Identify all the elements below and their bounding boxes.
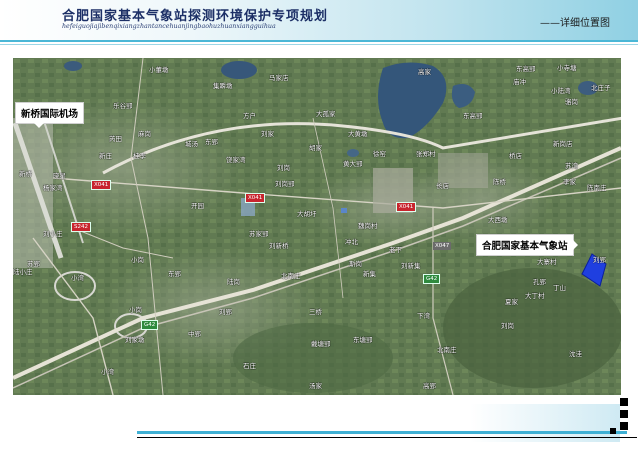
place-label: 李家	[563, 178, 576, 186]
header-rule	[0, 40, 638, 42]
place-label: 晓星	[53, 172, 66, 180]
place-label: 集瞬墩	[213, 82, 233, 90]
road-shield: G42	[141, 320, 159, 330]
place-label: 桂李	[133, 152, 146, 160]
place-label: 三桥	[309, 308, 322, 316]
place-label: 开园	[191, 202, 204, 210]
corner-square	[610, 428, 616, 434]
road-shield: X041	[91, 180, 112, 190]
place-label: 小湾	[71, 274, 84, 282]
place-label: 苏郢	[27, 260, 40, 268]
place-label: 刘岗	[277, 164, 290, 172]
place-label: 芮田	[109, 135, 122, 143]
place-label: 刘岗郢	[275, 180, 295, 188]
place-label: 冲北	[345, 238, 358, 246]
road-shield: X041	[396, 202, 417, 212]
corner-square	[620, 410, 628, 418]
place-label: 苏湾	[565, 162, 578, 170]
place-label: 东塘郢	[353, 336, 373, 344]
place-label: 新岗店	[553, 140, 573, 148]
place-label: 石庄	[243, 362, 256, 370]
place-label: 长店	[436, 182, 449, 190]
place-label: 小岗	[131, 256, 144, 264]
place-label: 大丁村	[525, 292, 545, 300]
place-label: 城汤	[185, 140, 198, 148]
place-label: 方户	[243, 112, 256, 120]
place-label: 汤家	[309, 382, 322, 390]
place-label: 小湾	[101, 368, 114, 376]
place-label: 刘郢	[219, 308, 232, 316]
place-label: 刘岗	[501, 322, 514, 330]
place-label: 东高郢	[463, 112, 483, 120]
place-label: 老下	[389, 246, 402, 254]
place-label: 刘新集	[401, 262, 421, 270]
place-label: 孔郢	[533, 278, 546, 286]
place-label: 东郢	[205, 138, 218, 146]
place-label: 沈洼	[569, 350, 582, 358]
station-callout: 合肥国家基本气象站	[476, 234, 578, 256]
place-label: 桥店	[509, 152, 522, 160]
place-label: 东高郢	[516, 65, 536, 73]
place-label: 小陆湾	[551, 87, 571, 95]
road-shield: S242	[71, 222, 91, 232]
place-label: 乐谷郢	[113, 102, 133, 110]
corner-square	[620, 398, 628, 406]
place-label: 大西墩	[488, 216, 508, 224]
place-label: 刘新桥	[269, 242, 289, 250]
place-label: 新庄	[99, 152, 112, 160]
place-label: 陈南庄	[587, 184, 607, 192]
place-label: 夏家	[505, 298, 518, 306]
road-shield: X047	[433, 242, 452, 250]
place-label: 中郢	[188, 330, 201, 338]
place-label: 徐窑	[373, 150, 386, 158]
section-title: ——详细位置图	[540, 18, 610, 29]
place-label: 杨家湾	[43, 184, 63, 192]
place-label: 北南庄	[281, 272, 301, 280]
place-label: 刘小庄	[43, 230, 63, 238]
place-label: 小岗	[129, 306, 142, 314]
place-label: 下湾	[417, 312, 430, 320]
place-label: 胡家	[309, 144, 322, 152]
place-label: 苏家郢	[249, 230, 269, 238]
place-label: 新集	[363, 270, 376, 278]
road-shield: G42	[423, 274, 441, 284]
header-rule-thin	[0, 44, 638, 45]
place-label: 高郢	[423, 382, 436, 390]
place-label: 魏岗村	[358, 222, 378, 230]
place-label: 北南庄	[437, 346, 457, 354]
place-label: 黄大郢	[343, 160, 363, 168]
place-label: 麻岗	[138, 130, 151, 138]
place-label: 陈桥	[493, 178, 506, 186]
place-label: 新桥	[19, 170, 32, 178]
place-label: 骆岗	[565, 98, 578, 106]
place-label: 东郢	[168, 270, 181, 278]
footer-rule-thin	[137, 437, 637, 438]
corner-square	[620, 422, 628, 430]
footer-rule	[137, 431, 627, 434]
road-shield: X041	[245, 193, 266, 203]
place-label: 大孤家	[316, 110, 336, 118]
place-label: 斯岗	[349, 260, 362, 268]
title-pinyin: hefeiguojiajibenqixiangzhantancehuanjing…	[62, 23, 276, 30]
place-label: 丁山	[553, 284, 566, 292]
place-label: 饶家湾	[226, 156, 246, 164]
place-label: 大胡圩	[297, 210, 317, 218]
place-label: 刘家墩	[125, 336, 145, 344]
satellite-map[interactable]: X041 X041 X041 S242 G42 G42 X047 新桥国际机场 …	[13, 58, 621, 395]
place-label: 马家店	[269, 74, 289, 82]
place-label: 小寺塘	[557, 64, 577, 72]
place-label: 小董墩	[149, 66, 169, 74]
place-label: 戴塘郢	[311, 340, 331, 348]
place-label: 陆岗	[227, 278, 240, 286]
place-label: 大寨村	[537, 258, 557, 266]
place-label: 大黄墩	[348, 130, 368, 138]
place-label: 庙冲	[513, 78, 526, 86]
page-title: 合肥国家基本气象站探测环境保护专项规划	[62, 9, 329, 24]
place-label: 刘家	[261, 130, 274, 138]
place-label: 张郑村	[416, 150, 436, 158]
place-label: 北庄子	[591, 84, 611, 92]
airport-callout: 新桥国际机场	[15, 102, 85, 128]
place-label: 刘郢	[593, 256, 606, 264]
place-label: 高家	[418, 68, 431, 76]
